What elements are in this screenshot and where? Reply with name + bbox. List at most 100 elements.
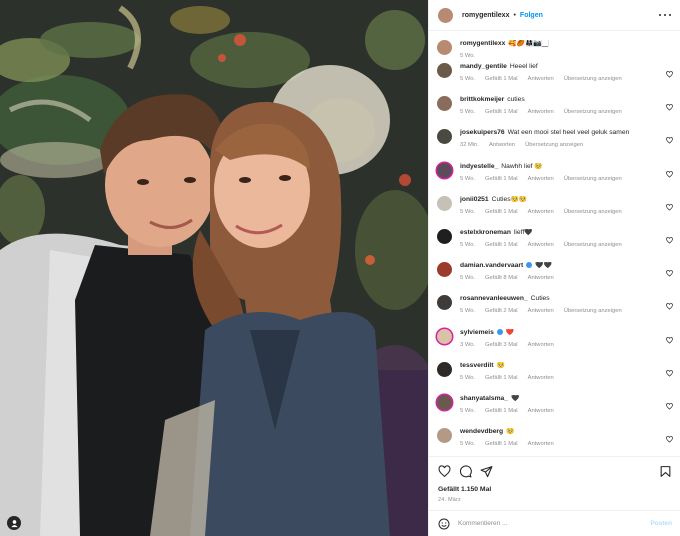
reply-button[interactable]: Antworten: [528, 342, 554, 348]
reply-button[interactable]: Antworten: [528, 308, 554, 314]
comments-list[interactable]: romygentilexx 🥰🏉👨‍👩‍👧📷🏻 5 Wo. mandy_genti…: [429, 32, 680, 456]
comment-time[interactable]: 5 Wo.: [460, 375, 475, 381]
translate-button[interactable]: Übersetzung anzeigen: [564, 76, 622, 82]
reply-button[interactable]: Antworten: [528, 109, 554, 115]
follow-button[interactable]: Folgen: [520, 12, 543, 19]
comment-like-heart-icon[interactable]: [666, 369, 673, 377]
comment-avatar[interactable]: [437, 228, 452, 244]
comment-username[interactable]: estelxkroneman: [460, 229, 511, 236]
likes-count[interactable]: Gefällt 1.150 Mal: [438, 486, 672, 493]
comment-username[interactable]: mandy_gentile: [460, 63, 507, 70]
translate-button[interactable]: Übersetzung anzeigen: [564, 308, 622, 314]
reply-button[interactable]: Antworten: [528, 275, 554, 281]
comment-time[interactable]: 3 Wo.: [460, 342, 475, 348]
post-date[interactable]: 24. März: [438, 497, 672, 503]
reply-button[interactable]: Antworten: [528, 408, 554, 414]
reply-button[interactable]: Antworten: [528, 176, 554, 182]
comment-avatar[interactable]: [437, 262, 452, 278]
comment-like-heart-icon[interactable]: [666, 303, 673, 310]
share-icon[interactable]: [480, 465, 493, 478]
comment-avatar[interactable]: [437, 295, 452, 311]
comment-username[interactable]: brittkokmeijer: [460, 96, 504, 103]
comment-avatar[interactable]: [437, 394, 452, 410]
reply-button[interactable]: Antworten: [528, 441, 554, 447]
post-comment-button[interactable]: Posten: [650, 520, 672, 527]
comment-likes[interactable]: Gefällt 1 Mal: [485, 375, 518, 381]
comment-username[interactable]: indyestelle_: [460, 163, 498, 170]
comment-likes[interactable]: Gefällt 1 Mal: [485, 209, 518, 215]
comment-time[interactable]: 5 Wo.: [460, 176, 475, 182]
comment-likes[interactable]: Gefällt 1 Mal: [485, 109, 518, 115]
comment-row: shanyatalsma_ 🖤 5 Wo. Gefällt 1 Mal Antworte…: [437, 394, 680, 427]
comment-time[interactable]: 5 Wo.: [460, 76, 475, 82]
caption: romygentilexx 🥰🏉👨‍👩‍👧📷🏻 5 Wo.: [437, 32, 680, 62]
comment-like-heart-icon[interactable]: [666, 336, 673, 344]
comment-avatar[interactable]: [437, 361, 452, 377]
comment-avatar[interactable]: [437, 129, 452, 145]
reply-button[interactable]: Antworten: [528, 242, 554, 248]
save-bookmark-icon[interactable]: [659, 465, 672, 478]
comment-icon[interactable]: [459, 464, 472, 478]
caption-avatar[interactable]: [437, 40, 452, 55]
comment-username[interactable]: jonii0251: [460, 196, 489, 203]
comment-like-heart-icon[interactable]: [666, 104, 673, 111]
comment-avatar[interactable]: [437, 63, 452, 78]
like-heart-icon[interactable]: [438, 464, 451, 478]
comment-avatar[interactable]: [437, 195, 452, 211]
author-username[interactable]: romygentilexx: [462, 12, 509, 19]
comment-time[interactable]: 5 Wo.: [460, 275, 475, 281]
caption-username[interactable]: romygentilexx: [460, 40, 505, 47]
translate-button[interactable]: Übersetzung anzeigen: [564, 109, 622, 115]
translate-button[interactable]: Übersetzung anzeigen: [525, 142, 583, 148]
reply-button[interactable]: Antworten: [528, 76, 554, 82]
reply-button[interactable]: Antworten: [528, 209, 554, 215]
comment-username[interactable]: damian.vandervaart: [460, 262, 523, 269]
comment-username[interactable]: sylviemeis: [460, 329, 494, 336]
post-image[interactable]: [0, 0, 428, 536]
comment-username[interactable]: tessverdilt: [460, 362, 493, 369]
comment-avatar[interactable]: [437, 162, 452, 178]
comment-time[interactable]: 5 Wo.: [460, 308, 475, 314]
translate-button[interactable]: Übersetzung anzeigen: [564, 209, 622, 215]
comment-like-heart-icon[interactable]: [666, 203, 673, 211]
comment-likes[interactable]: Gefällt 1 Mal: [485, 76, 518, 82]
comment-like-heart-icon[interactable]: [666, 403, 673, 410]
reply-button[interactable]: Antworten: [528, 375, 554, 381]
comment-username[interactable]: josekuipers76: [460, 129, 505, 136]
comment-like-heart-icon[interactable]: [666, 436, 673, 443]
reply-button[interactable]: Antworten: [489, 142, 515, 148]
comment-avatar[interactable]: [437, 428, 452, 444]
more-options-icon[interactable]: [659, 11, 671, 19]
comment-time[interactable]: 32 Min.: [460, 142, 479, 148]
comment-likes[interactable]: Gefällt 1 Mal: [485, 176, 518, 182]
comment-input[interactable]: [458, 520, 638, 527]
comment-time[interactable]: 5 Wo.: [460, 209, 475, 215]
comment-avatar[interactable]: [437, 96, 452, 112]
comment-text: lieff🖤: [513, 228, 533, 236]
comment-time[interactable]: 5 Wo.: [460, 441, 475, 447]
author-avatar[interactable]: [438, 7, 453, 23]
comment-avatar[interactable]: [437, 328, 452, 344]
comment-likes[interactable]: Gefällt 2 Mal: [485, 308, 518, 314]
comment-time[interactable]: 5 Wo.: [460, 408, 475, 414]
comment-like-heart-icon[interactable]: [666, 270, 673, 277]
comment-like-heart-icon[interactable]: [666, 237, 673, 244]
comment-username[interactable]: shanyatalsma_: [460, 395, 508, 402]
comment-like-heart-icon[interactable]: [666, 170, 673, 178]
comment-username[interactable]: wendevdberg: [460, 428, 503, 435]
comment-likes[interactable]: Gefällt 1 Mal: [485, 441, 518, 447]
comment-like-heart-icon[interactable]: [666, 71, 673, 78]
comment-time[interactable]: 5 Wo.: [460, 242, 475, 248]
translate-button[interactable]: Übersetzung anzeigen: [564, 242, 622, 248]
comment-likes[interactable]: Gefällt 8 Mal: [485, 275, 518, 281]
comment-likes[interactable]: Gefällt 3 Mal: [485, 342, 518, 348]
comment-like-heart-icon[interactable]: [666, 137, 673, 144]
emoji-icon[interactable]: [438, 518, 450, 530]
comment-time[interactable]: 5 Wo.: [460, 109, 475, 115]
translate-button[interactable]: Übersetzung anzeigen: [564, 176, 622, 182]
comment-likes[interactable]: Gefällt 1 Mal: [485, 408, 518, 414]
tagged-users-icon[interactable]: [7, 516, 21, 530]
comment-likes[interactable]: Gefällt 1 Mal: [485, 242, 518, 248]
comment-username[interactable]: rosannevanleeuwen_: [460, 295, 528, 302]
caption-time[interactable]: 5 Wo.: [460, 53, 475, 59]
